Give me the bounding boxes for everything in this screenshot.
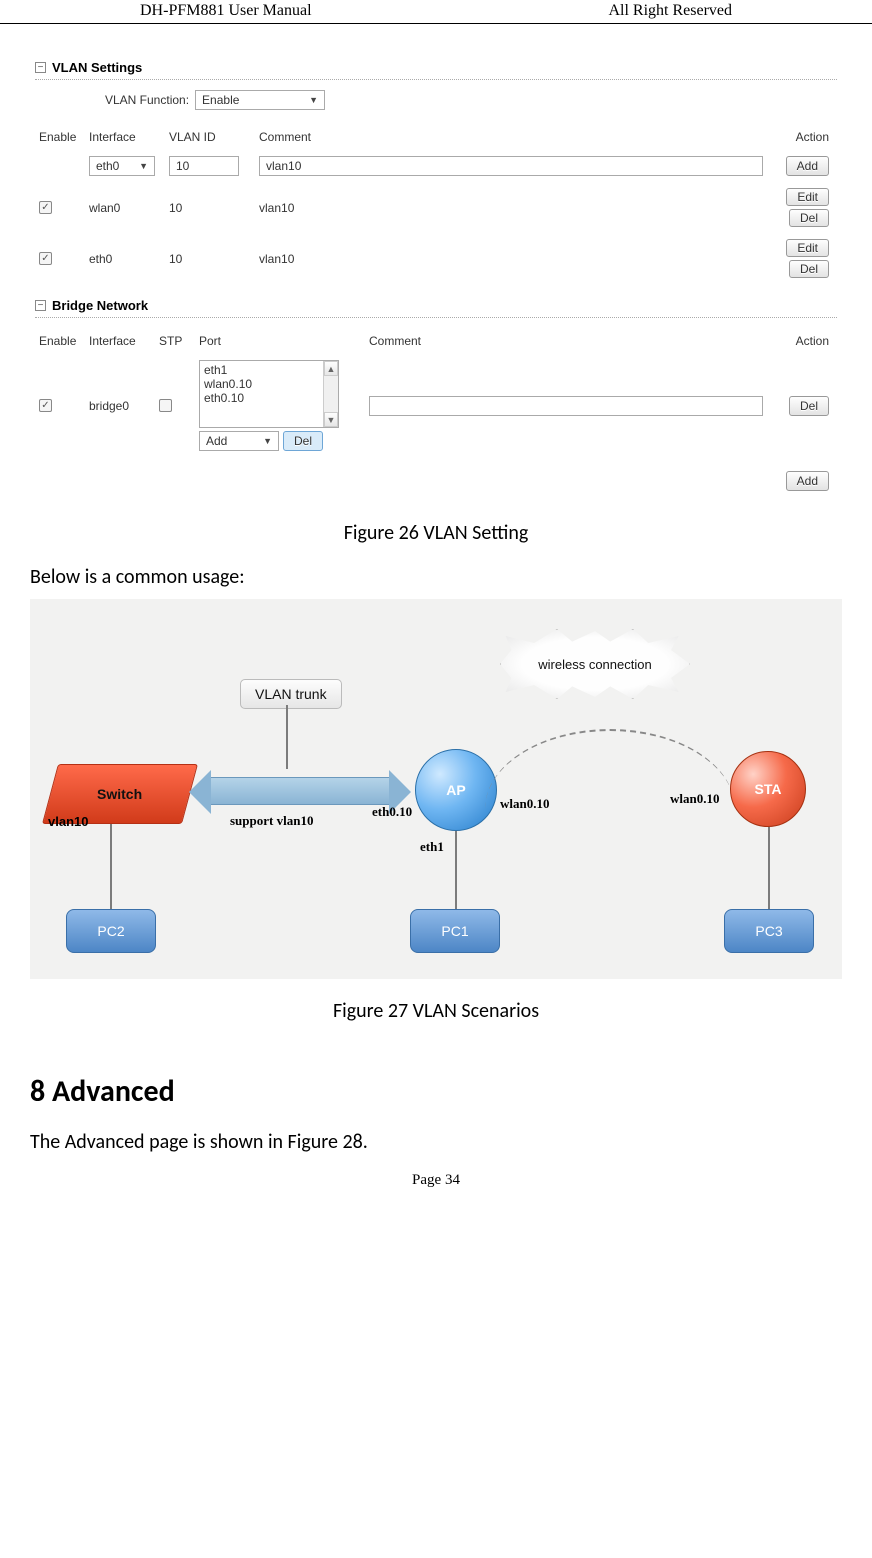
col-action: Action [767, 124, 837, 150]
port-item[interactable]: eth1 [204, 363, 334, 377]
row-vlan-id: 10 [165, 182, 255, 233]
col-enable: Enable [35, 124, 85, 150]
enable-checkbox[interactable]: ✓ [39, 399, 52, 412]
add-port-select[interactable]: Add ▼ [199, 431, 279, 451]
section-8-text: The Advanced page is shown in Figure 28. [30, 1130, 842, 1154]
del-button[interactable]: Del [789, 209, 829, 227]
vlan-function-label: VLAN Function: [105, 93, 189, 107]
arrow-up-icon: ▲ [324, 361, 338, 376]
new-vlan-id-input[interactable]: 10 [169, 156, 239, 176]
add-port-value: Add [206, 434, 227, 448]
add-bridge-row: Add [35, 471, 837, 491]
vlan10-label: vlan10 [48, 814, 88, 829]
bridge-title: Bridge Network [52, 298, 148, 313]
vlan-settings-expander[interactable]: − VLAN Settings [35, 60, 837, 75]
scrollbar[interactable]: ▲ ▼ [323, 361, 338, 427]
row-interface: eth0 [85, 233, 165, 284]
wlan0-10-right-label: wlan0.10 [670, 791, 719, 807]
connector-line [455, 831, 457, 909]
add-vlan-button[interactable]: Add [786, 156, 829, 176]
del-bridge-button[interactable]: Del [789, 396, 829, 416]
figure-27-diagram: VLAN trunk wireless connection Switch vl… [30, 599, 842, 979]
usage-intro-text: Below is a common usage: [30, 565, 842, 589]
header-left: DH-PFM881 User Manual [140, 2, 312, 20]
enable-checkbox[interactable]: ✓ [39, 201, 52, 214]
edit-button[interactable]: Edit [786, 188, 829, 206]
col-port: Port [195, 328, 365, 354]
enable-checkbox[interactable]: ✓ [39, 252, 52, 265]
col-stp: STP [155, 328, 195, 354]
figure-27-caption: Figure 27 VLAN Scenarios [30, 999, 842, 1023]
arrow-down-icon: ▼ [324, 412, 338, 427]
pc2-node: PC2 [66, 909, 156, 953]
bridge-table: Enable Interface STP Port Comment Action… [35, 328, 837, 457]
col-action: Action [767, 328, 837, 354]
header-right: All Right Reserved [608, 2, 732, 20]
page-footer: Page 34 [30, 1172, 842, 1189]
col-enable: Enable [35, 328, 85, 354]
row-comment: vlan10 [255, 233, 767, 284]
col-comment: Comment [365, 328, 767, 354]
bridge-expander[interactable]: − Bridge Network [35, 298, 837, 313]
vlan-settings-title: VLAN Settings [52, 60, 142, 75]
col-interface: Interface [85, 328, 155, 354]
row-vlan-id: 10 [165, 233, 255, 284]
support-vlan10-label: support vlan10 [230, 813, 313, 829]
vlan-function-select[interactable]: Enable ▼ [195, 90, 325, 110]
pc1-node: PC1 [410, 909, 500, 953]
bridge-interface: bridge0 [85, 354, 155, 457]
col-interface: Interface [85, 124, 165, 150]
page-header: DH-PFM881 User Manual All Right Reserved [0, 0, 872, 24]
del-port-button[interactable]: Del [283, 431, 323, 451]
new-comment-input[interactable]: vlan10 [259, 156, 763, 176]
stp-checkbox[interactable] [159, 399, 172, 412]
port-item[interactable]: wlan0.10 [204, 377, 334, 391]
connector-line [768, 827, 770, 909]
section-8-title: 8 Advanced [30, 1073, 842, 1110]
collapse-icon: − [35, 62, 46, 73]
double-arrow-icon [210, 777, 390, 805]
divider [35, 317, 837, 318]
pointer-line [286, 705, 288, 769]
vlan-table: Enable Interface VLAN ID Comment Action … [35, 124, 837, 284]
port-item[interactable]: eth0.10 [204, 391, 334, 405]
eth1-label: eth1 [420, 839, 444, 855]
edit-button[interactable]: Edit [786, 239, 829, 257]
bridge-comment-input[interactable] [369, 396, 763, 416]
chevron-down-icon: ▼ [139, 161, 148, 171]
new-interface-select[interactable]: eth0 ▼ [89, 156, 155, 176]
new-interface-value: eth0 [96, 159, 119, 173]
sta-node: STA [730, 751, 806, 827]
collapse-icon: − [35, 300, 46, 311]
pc3-node: PC3 [724, 909, 814, 953]
vlan-function-value: Enable [202, 93, 239, 107]
figure-26-caption: Figure 26 VLAN Setting [30, 521, 842, 545]
vlan-trunk-callout: VLAN trunk [240, 679, 342, 709]
wireless-connection-callout: wireless connection [500, 629, 690, 699]
del-button[interactable]: Del [789, 260, 829, 278]
vlan-function-row: VLAN Function: Enable ▼ [105, 90, 837, 110]
row-interface: wlan0 [85, 182, 165, 233]
col-vlan-id: VLAN ID [165, 124, 255, 150]
connector-line [110, 824, 112, 909]
figure-26-vlan-settings: − VLAN Settings VLAN Function: Enable ▼ … [30, 44, 842, 501]
ap-node: AP [415, 749, 497, 831]
chevron-down-icon: ▼ [309, 95, 318, 105]
divider [35, 79, 837, 80]
col-comment: Comment [255, 124, 767, 150]
add-bridge-button[interactable]: Add [786, 471, 829, 491]
eth0-10-label: eth0.10 [372, 804, 412, 820]
chevron-down-icon: ▼ [263, 436, 272, 446]
port-listbox[interactable]: eth1 wlan0.10 eth0.10 ▲ ▼ [199, 360, 339, 428]
row-comment: vlan10 [255, 182, 767, 233]
